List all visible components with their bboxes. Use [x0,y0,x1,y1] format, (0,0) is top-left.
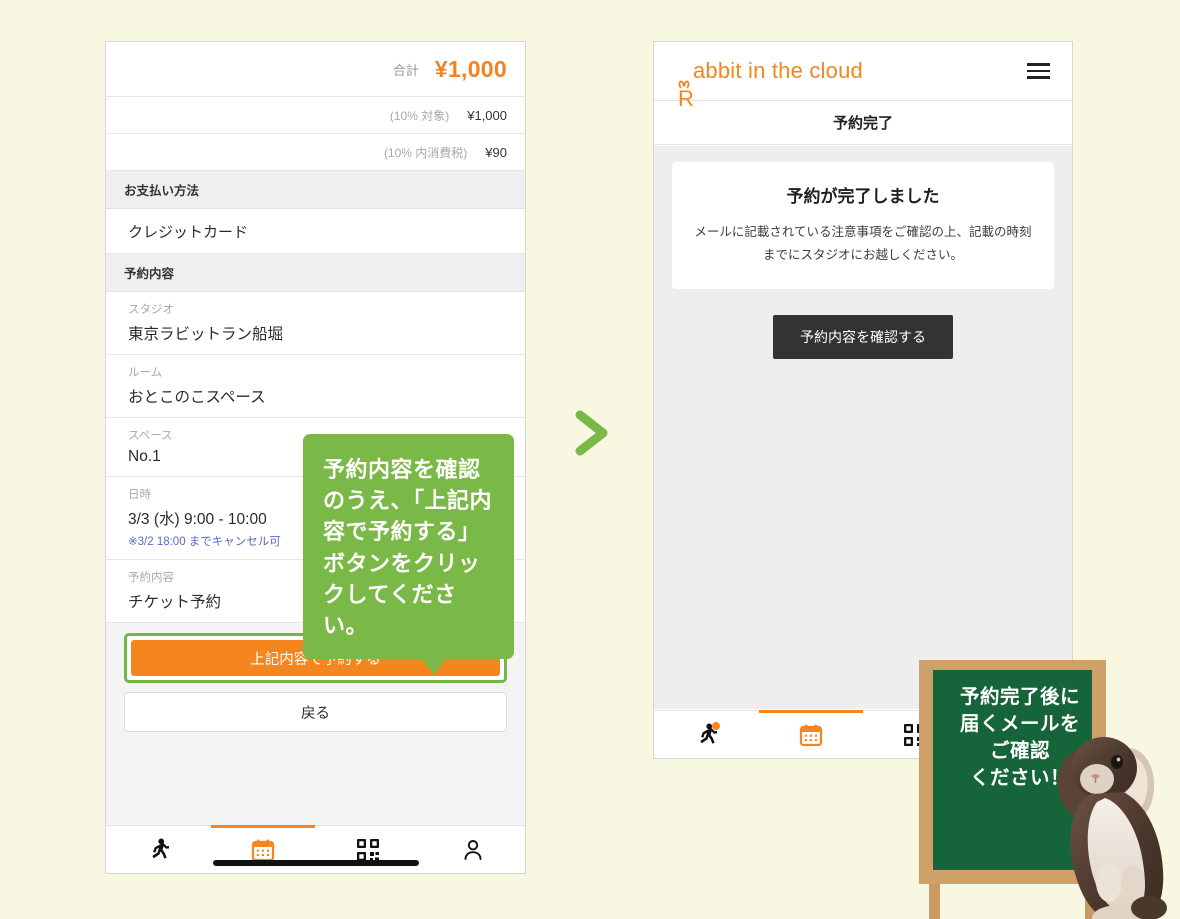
nav-item-reservations[interactable] [759,711,864,758]
completion-card: 予約が完了しました メールに記載されている注意事項をご確認の上、記載の時刻までに… [672,162,1054,290]
svg-text:R: R [678,86,693,106]
rabbit-illustration [1057,737,1167,919]
tax-amount-row: (10% 内消費税) ¥90 [106,134,525,171]
back-button[interactable]: 戻る [124,692,507,732]
payment-section-heading: お支払い方法 [106,171,525,209]
total-row: 合計 ¥1,000 [106,42,525,97]
booking-section-heading: 予約内容 [106,254,525,292]
person-icon [461,838,485,862]
field-room: ルーム おとこのこスペース [106,355,525,418]
total-value: ¥1,000 [434,55,507,82]
hamburger-menu-icon[interactable] [1027,63,1050,79]
notification-dot [712,722,721,730]
screenshot-canvas: 合計 ¥1,000 (10% 対象) ¥1,000 (10% 内消費税) ¥90… [0,0,1180,919]
completion-message: メールに記載されている注意事項をご確認の上、記載の時刻までにスタジオにお越しくだ… [694,225,1032,263]
nav-item-activity[interactable] [106,826,211,873]
tax-amount-value: ¥90 [485,144,507,160]
app-logo[interactable]: R abbit in the cloud [678,58,863,106]
field-studio: スタジオ 東京ラビットラン船堀 [106,292,525,355]
left-bottom-nav [106,825,525,873]
field-room-value: おとこのこスペース [128,389,266,406]
instruction-callout: 予約内容を確認のうえ、「上記内容で予約する」ボタンをクリックしてください。 [303,434,514,676]
chalkboard-line-1: 予約完了後に [959,686,1080,708]
home-indicator [212,860,419,866]
nav-item-activity[interactable] [654,711,759,758]
page-title: 予約完了 [654,101,1072,145]
field-studio-label: スタジオ [128,304,174,316]
right-phone-body: 予約が完了しました メールに記載されている注意事項をご確認の上、記載の時刻までに… [654,146,1072,709]
right-phone-screen: R abbit in the cloud 予約完了 予約が完了しました メールに… [653,41,1073,759]
total-label: 合計 [392,62,419,78]
tax-amount-label: (10% 内消費税) [383,145,468,160]
running-person-icon [147,838,170,862]
calendar-icon [251,838,275,862]
tax-line-value: ¥1,000 [467,107,507,123]
field-studio-value: 東京ラビットラン船堀 [128,326,284,343]
qr-code-icon [356,838,380,862]
app-header: R abbit in the cloud [654,42,1072,106]
nav-item-profile[interactable] [420,826,525,873]
completion-title: 予約が完了しました [786,187,940,206]
calendar-icon [799,723,823,747]
app-logo-text: abbit in the cloud [693,58,863,83]
field-room-label: ルーム [128,367,163,379]
chalkboard-sign: 予約完了後に 届くメールを ご確認 ください！ [915,660,1180,919]
tax-line-label: (10% 対象) [389,108,450,123]
chevron-right-icon [560,402,622,464]
view-reservation-button[interactable]: 予約内容を確認する [773,315,953,360]
tax-line-row: (10% 対象) ¥1,000 [106,97,525,134]
payment-method-value: クレジットカード [106,209,525,254]
